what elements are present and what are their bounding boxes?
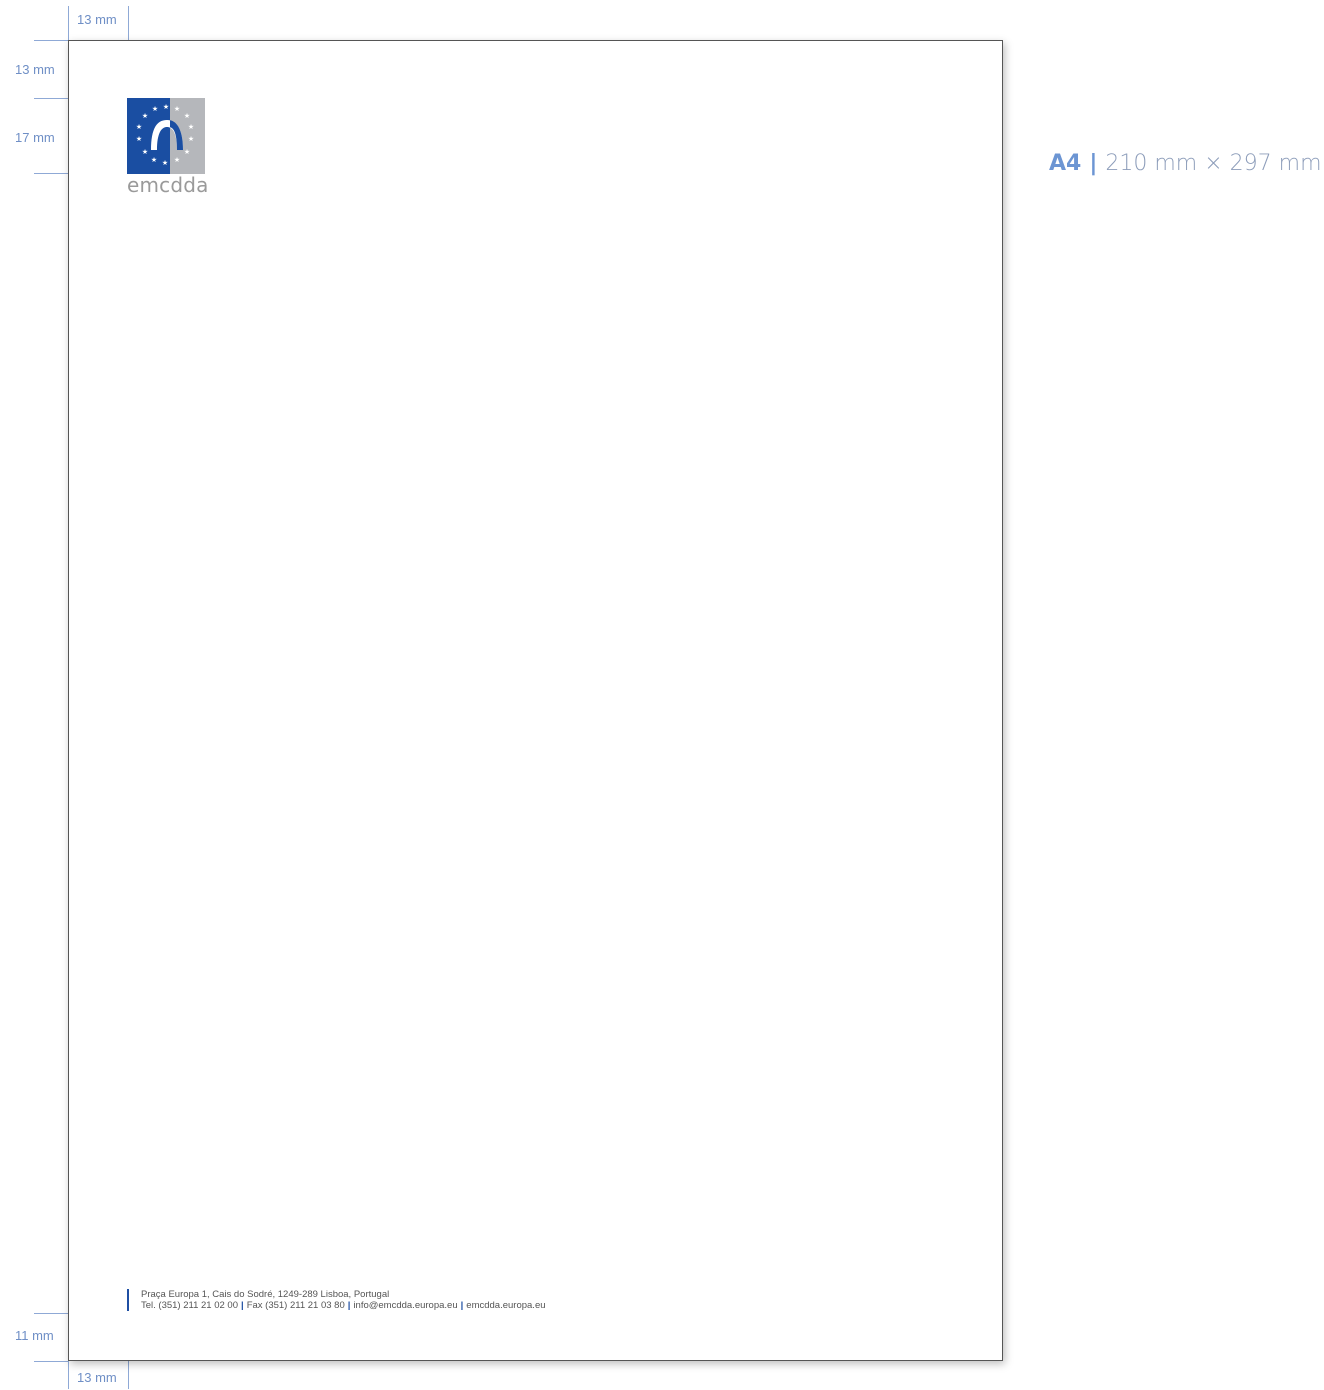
svg-text:★: ★ (136, 123, 142, 131)
footer-email: info@emcdda.europa.eu (353, 1300, 458, 1311)
svg-text:★: ★ (188, 123, 194, 131)
letterhead-footer: Praça Europa 1, Cais do Sodré, 1249-289 … (127, 1289, 546, 1311)
guide-vertical-bottom (68, 1361, 69, 1389)
footer-separator: | (460, 1300, 464, 1311)
emcdda-logo: ★ ★ ★ ★ ★ ★ ★ ★ ★ ★ ★ ★ ★ ★ emcdda (127, 98, 209, 197)
footer-fax: Fax (351) 211 21 03 80 (246, 1300, 345, 1311)
guide-logo-bottom (34, 173, 68, 174)
dim-left-margin-top: 13 mm (77, 12, 117, 27)
guide-vertical-top (68, 6, 69, 40)
guide-vertical-top-right (128, 6, 129, 40)
dim-left-margin-bottom: 13 mm (77, 1370, 117, 1385)
svg-text:★: ★ (174, 156, 180, 164)
svg-text:★: ★ (163, 103, 169, 111)
svg-text:★: ★ (174, 105, 180, 113)
guide-bottom-edge (34, 1361, 68, 1362)
format-separator: | (1089, 151, 1098, 176)
logo-wordmark: emcdda (127, 173, 209, 197)
format-size-name: A4 (1049, 151, 1082, 176)
svg-text:★: ★ (151, 156, 157, 164)
logo-mark-icon: ★ ★ ★ ★ ★ ★ ★ ★ ★ ★ ★ ★ ★ ★ (127, 98, 205, 174)
svg-text:★: ★ (184, 148, 190, 156)
format-size-dims: 210 mm × 297 mm (1105, 151, 1322, 176)
guide-footer-bottom (34, 1313, 68, 1314)
guide-top-edge (34, 40, 68, 41)
svg-text:★: ★ (142, 112, 148, 120)
guide-vertical-bottom-right (128, 1361, 129, 1389)
svg-text:★: ★ (136, 135, 142, 143)
svg-text:★: ★ (142, 148, 148, 156)
svg-text:★: ★ (162, 159, 168, 167)
footer-separator: | (241, 1300, 244, 1311)
dim-logo-height: 17 mm (15, 130, 55, 145)
guide-logo-top (34, 98, 68, 99)
letterhead-sheet: ★ ★ ★ ★ ★ ★ ★ ★ ★ ★ ★ ★ ★ ★ emcdda Praça… (68, 40, 1003, 1361)
footer-contacts: Tel. (351) 211 21 02 00 | Fax (351) 211 21… (141, 1300, 546, 1311)
footer-address: Praça Europa 1, Cais do Sodré, 1249-289 … (141, 1289, 390, 1300)
dim-top-margin: 13 mm (15, 62, 55, 77)
dim-bottom-margin: 11 mm (15, 1328, 54, 1343)
svg-text:★: ★ (152, 105, 158, 113)
footer-tel: Tel. (351) 211 21 02 00 (141, 1300, 239, 1311)
footer-web: emcdda.europa.eu (466, 1300, 546, 1311)
svg-text:★: ★ (184, 112, 190, 120)
format-label: A4 | 210 mm × 297 mm (1049, 151, 1322, 176)
svg-text:★: ★ (188, 135, 194, 143)
